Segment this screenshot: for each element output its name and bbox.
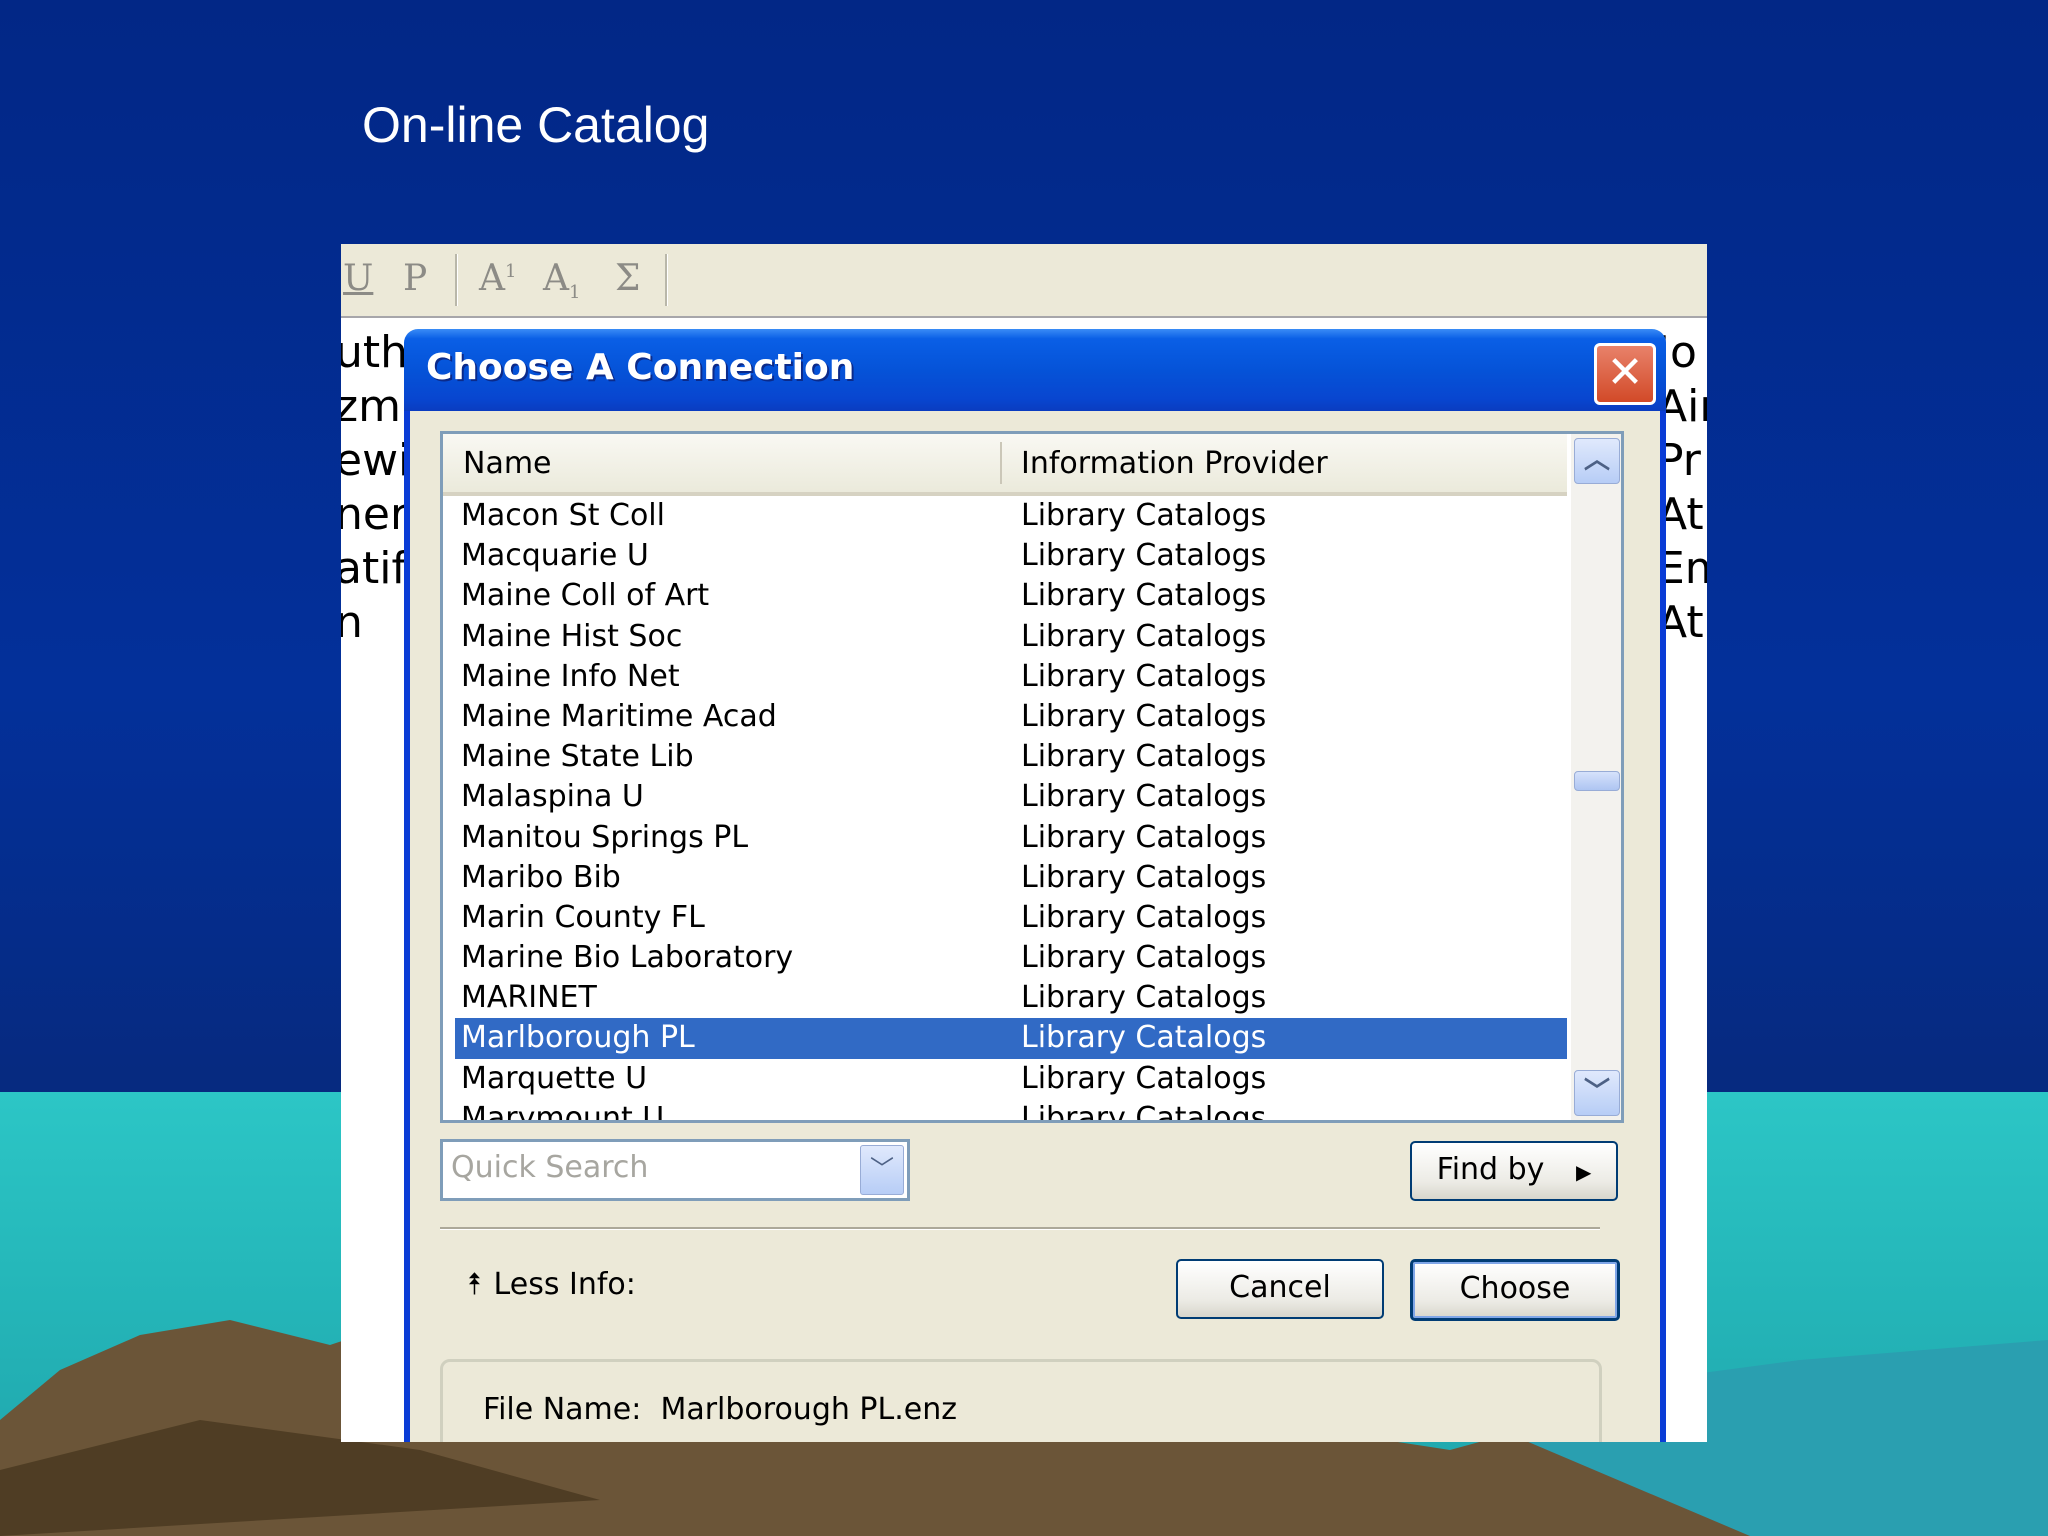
row-provider: Library Catalogs — [1021, 1100, 1267, 1123]
superscript-button[interactable]: A1 — [479, 258, 516, 299]
table-row[interactable]: Malaspina U Library Catalogs — [443, 777, 1567, 817]
row-provider: Library Catalogs — [1021, 899, 1267, 935]
underline-button[interactable]: U — [343, 258, 373, 299]
plain-text-button[interactable]: P — [403, 258, 427, 299]
quick-search-combobox[interactable]: Quick Search ﹀ — [440, 1139, 910, 1201]
background-fragment: n — [341, 597, 363, 648]
background-fragment: ewi — [341, 435, 411, 486]
less-info-toggle[interactable]: ⯭ Less Info: — [466, 1267, 636, 1302]
find-by-label: Find by — [1436, 1152, 1545, 1187]
connection-list[interactable]: Name Information Provider Macon St Coll L… — [440, 431, 1624, 1123]
background-left-column: uth zmi ewi ner atif n — [341, 326, 413, 650]
row-provider: Library Catalogs — [1021, 980, 1267, 1016]
table-row[interactable]: Marine Bio Laboratory Library Catalogs — [443, 938, 1567, 978]
scroll-down-icon[interactable]: ﹀ — [1574, 1070, 1620, 1116]
screenshot-window: U P A1 A1 Σ uth zmi ewi ner atif n Jo Ai… — [341, 244, 1707, 1442]
table-row[interactable]: MARINET Library Catalogs — [443, 978, 1567, 1018]
dialog-title-bar[interactable]: Choose A Connection ✕ — [404, 329, 1666, 411]
row-name: Malaspina U — [461, 779, 644, 815]
row-name: MARINET — [461, 980, 597, 1016]
vertical-scrollbar[interactable]: ︿ ﹀ — [1571, 434, 1621, 1120]
row-provider: Library Catalogs — [1021, 819, 1267, 855]
table-row[interactable]: Manitou Springs PL Library Catalogs — [443, 818, 1567, 858]
slide-title: On-line Catalog — [362, 97, 710, 153]
row-provider: Library Catalogs — [1021, 940, 1267, 976]
row-provider: Library Catalogs — [1021, 618, 1267, 654]
table-row[interactable]: Macquarie U Library Catalogs — [443, 536, 1567, 576]
table-row-selected[interactable]: Marlborough PL Library Catalogs — [455, 1018, 1567, 1059]
dropdown-arrow-icon[interactable]: ﹀ — [860, 1145, 904, 1195]
superscript-letter: A — [479, 258, 505, 299]
list-header: Name Information Provider — [443, 434, 1567, 496]
quick-search-input[interactable]: Quick Search — [451, 1150, 648, 1185]
find-by-button[interactable]: Find by ▶ — [1410, 1141, 1618, 1201]
toolbar-separator — [455, 254, 458, 306]
column-header-provider[interactable]: Information Provider — [1021, 446, 1328, 481]
table-row[interactable]: Maine Info Net Library Catalogs — [443, 657, 1567, 697]
cancel-button[interactable]: Cancel — [1176, 1259, 1384, 1319]
background-fragment: uth — [341, 327, 409, 378]
background-fragment: ner — [341, 489, 409, 540]
dialog-title: Choose A Connection — [426, 347, 855, 388]
list-rows: Macon St Coll Library Catalogs Macquarie U… — [443, 496, 1567, 1123]
row-provider: Library Catalogs — [1021, 698, 1267, 734]
symbol-button[interactable]: Σ — [615, 258, 640, 299]
column-divider[interactable] — [1000, 442, 1002, 484]
row-name: Macon St Coll — [461, 498, 665, 533]
row-provider: Library Catalogs — [1021, 1020, 1267, 1056]
file-info-group: File Name: Marlborough PL.enz — [440, 1359, 1602, 1442]
toolbar-separator — [665, 254, 668, 306]
file-name-value: Marlborough PL.enz — [660, 1392, 957, 1427]
column-header-name[interactable]: Name — [463, 446, 552, 481]
row-name: Marlborough PL — [461, 1020, 695, 1056]
close-icon[interactable]: ✕ — [1594, 343, 1656, 405]
table-row[interactable]: Maribo Bib Library Catalogs — [443, 858, 1567, 898]
row-provider: Library Catalogs — [1021, 498, 1267, 533]
row-provider: Library Catalogs — [1021, 538, 1267, 574]
row-name: Maine Maritime Acad — [461, 698, 777, 734]
file-name-label: File Name: — [483, 1392, 642, 1427]
collapse-up-icon: ⯭ — [466, 1267, 484, 1302]
right-arrow-icon: ▶ — [1575, 1160, 1592, 1184]
background-fragment: zmi — [341, 381, 414, 432]
table-row[interactable]: Marquette U Library Catalogs — [443, 1059, 1567, 1099]
row-name: Marine Bio Laboratory — [461, 940, 794, 976]
row-name: Marquette U — [461, 1060, 648, 1096]
subscript-button[interactable]: A1 — [543, 258, 580, 303]
choose-connection-dialog: Choose A Connection ✕ Name Information P… — [404, 329, 1666, 1442]
choose-button[interactable]: Choose — [1410, 1259, 1620, 1321]
table-row[interactable]: Macon St Coll Library Catalogs — [443, 496, 1567, 536]
scroll-up-icon[interactable]: ︿ — [1574, 438, 1620, 484]
row-provider: Library Catalogs — [1021, 658, 1267, 694]
row-name: Manitou Springs PL — [461, 819, 749, 855]
subscript-letter: A — [543, 258, 569, 299]
table-row[interactable]: Maine State Lib Library Catalogs — [443, 737, 1567, 777]
row-name: Marin County FL — [461, 899, 705, 935]
row-name: Maine Coll of Art — [461, 578, 710, 614]
row-provider: Library Catalogs — [1021, 578, 1267, 614]
dialog-divider — [440, 1227, 1600, 1230]
row-provider: Library Catalogs — [1021, 1060, 1267, 1096]
row-name: Marymount U — [461, 1100, 665, 1123]
row-provider: Library Catalogs — [1021, 859, 1267, 895]
table-row[interactable]: Maine Hist Soc Library Catalogs — [443, 617, 1567, 657]
row-name: Maine State Lib — [461, 739, 694, 775]
table-row[interactable]: Marin County FL Library Catalogs — [443, 898, 1567, 938]
row-name: Maine Hist Soc — [461, 618, 683, 654]
less-info-label: Less Info: — [493, 1267, 636, 1302]
row-provider: Library Catalogs — [1021, 779, 1267, 815]
row-name: Maribo Bib — [461, 859, 621, 895]
file-name-line: File Name: Marlborough PL.enz — [483, 1392, 957, 1427]
row-name: Maine Info Net — [461, 658, 680, 694]
table-row[interactable]: Marymount U Library Catalogs — [443, 1099, 1567, 1123]
table-row[interactable]: Maine Coll of Art Library Catalogs — [443, 576, 1567, 616]
background-fragment: atif — [341, 543, 407, 594]
formatting-toolbar: U P A1 A1 Σ — [341, 244, 1707, 318]
scrollbar-thumb[interactable] — [1574, 771, 1620, 791]
table-row[interactable]: Maine Maritime Acad Library Catalogs — [443, 697, 1567, 737]
superscript-mark: 1 — [505, 261, 517, 282]
row-provider: Library Catalogs — [1021, 739, 1267, 775]
subscript-mark: 1 — [569, 282, 581, 304]
row-name: Macquarie U — [461, 538, 649, 574]
